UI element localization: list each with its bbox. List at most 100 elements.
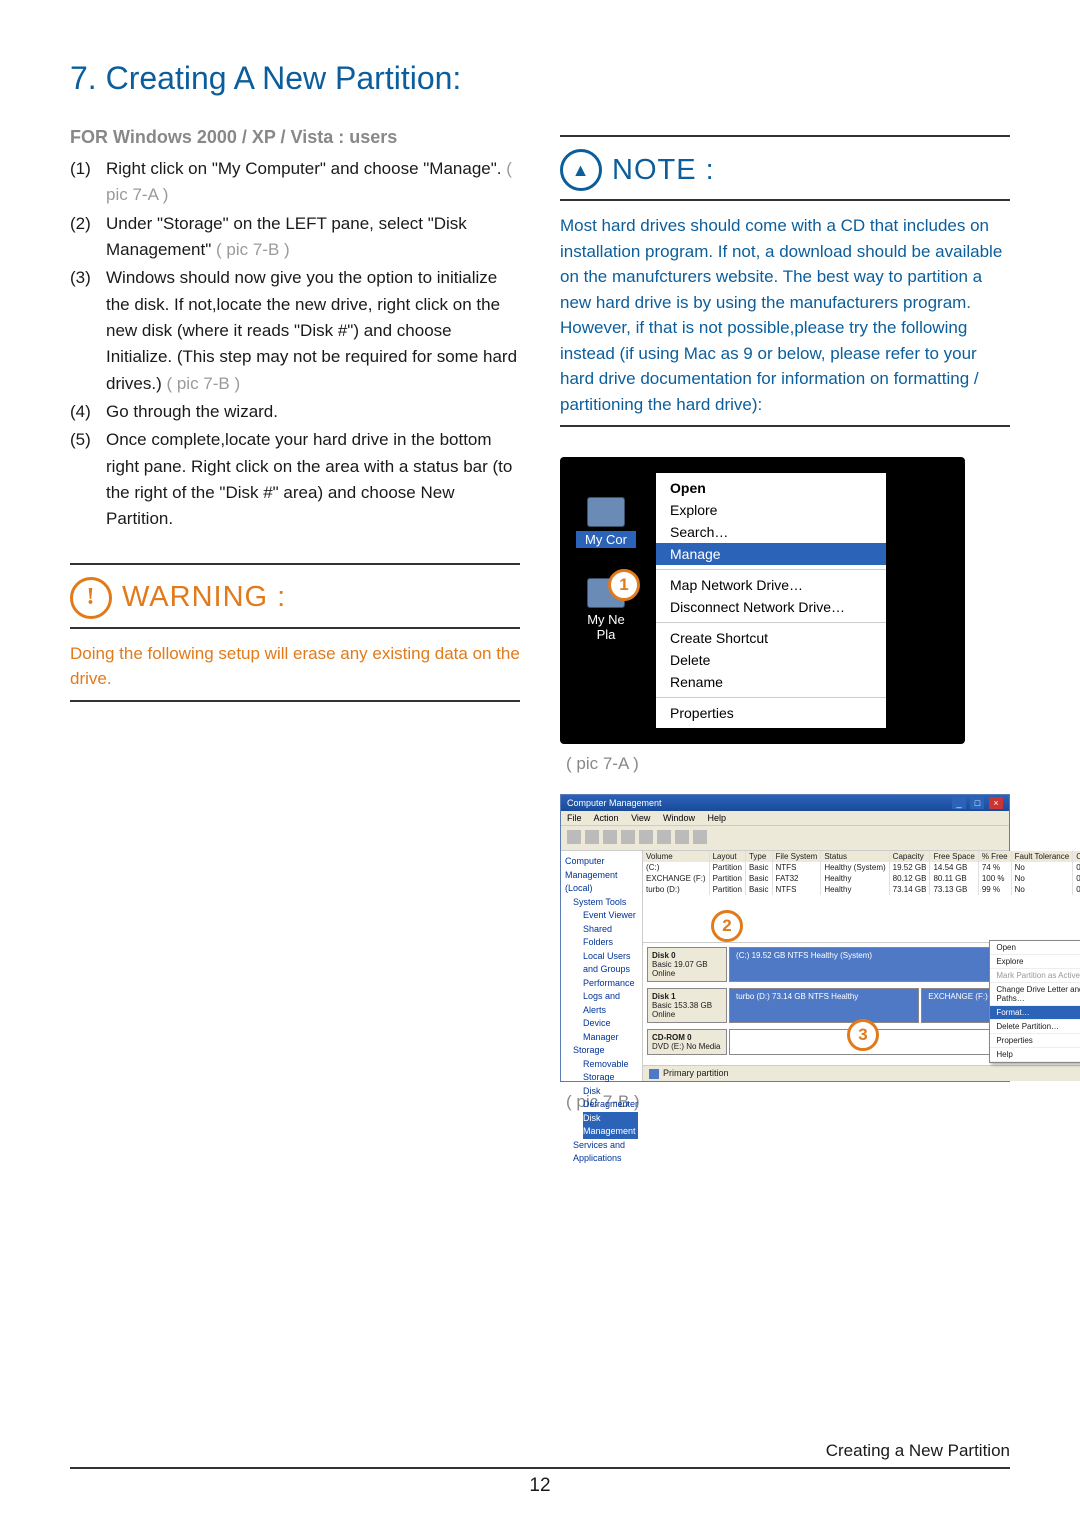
divider xyxy=(70,627,520,629)
volume-table: Volume Layout Type File System Status Ca… xyxy=(643,851,1080,942)
tree-item[interactable]: System Tools xyxy=(573,896,638,910)
tree-item[interactable]: Shared Folders xyxy=(583,923,638,950)
menu-item-map-drive[interactable]: Map Network Drive… xyxy=(656,574,886,596)
tree-item[interactable]: Storage xyxy=(573,1044,638,1058)
step-text: Once complete,locate your hard drive in … xyxy=(106,430,512,528)
warning-body: Doing the following setup will erase any… xyxy=(70,641,520,692)
toolbar-icon[interactable] xyxy=(567,830,581,844)
col-header[interactable]: Overhead xyxy=(1073,851,1080,862)
tree-root[interactable]: Computer Management (Local) xyxy=(565,855,638,896)
table-row[interactable]: EXCHANGE (F:)PartitionBasicFAT32Healthy8… xyxy=(643,873,1080,884)
minimize-button[interactable]: _ xyxy=(952,797,966,809)
legend-swatch xyxy=(649,1069,659,1079)
menu-item[interactable]: Properties xyxy=(990,1034,1080,1048)
menu-item[interactable]: Explore xyxy=(990,955,1080,969)
note-label: NOTE : xyxy=(612,154,715,187)
window-title: Computer Management xyxy=(567,798,662,808)
section-title: 7. Creating A New Partition: xyxy=(70,60,1010,97)
page-number: 12 xyxy=(70,1475,1010,1497)
tree-item[interactable]: Event Viewer xyxy=(583,909,638,923)
step-num: (4) xyxy=(70,399,106,425)
partition[interactable]: turbo (D:) 73.14 GB NTFS Healthy xyxy=(729,988,919,1023)
step-num: (2) xyxy=(70,211,106,264)
desktop-icon-my-computer[interactable]: My Cor xyxy=(576,497,636,548)
tree-item[interactable]: Removable Storage xyxy=(583,1058,638,1085)
table-row[interactable]: (C:)PartitionBasicNTFSHealthy (System)19… xyxy=(643,862,1080,873)
divider xyxy=(560,425,1010,427)
menu-item-rename[interactable]: Rename xyxy=(656,671,886,693)
menu-item-disconnect-drive[interactable]: Disconnect Network Drive… xyxy=(656,596,886,618)
menu-item[interactable]: Change Drive Letter and Paths… xyxy=(990,983,1080,1006)
menu-item[interactable]: Delete Partition… xyxy=(990,1020,1080,1034)
context-menu: Open Explore Search… Manage Map Network … xyxy=(656,473,886,728)
table-row[interactable]: turbo (D:)PartitionBasicNTFSHealthy73.14… xyxy=(643,884,1080,895)
legend: Primary partition xyxy=(643,1065,1080,1081)
warning-label: WARNING : xyxy=(122,581,286,614)
step-text: Go through the wizard. xyxy=(106,402,278,421)
menu-item-search[interactable]: Search… xyxy=(656,521,886,543)
close-button[interactable]: × xyxy=(989,797,1003,809)
step-num: (5) xyxy=(70,427,106,532)
screenshot-pic-7b: Computer Management _ □ × File Action Vi… xyxy=(560,794,1010,1082)
toolbar-icon[interactable] xyxy=(603,830,617,844)
col-header[interactable]: Status xyxy=(821,851,889,862)
pic-7a-caption: ( pic 7-A ) xyxy=(566,754,1010,774)
divider xyxy=(70,563,520,565)
divider xyxy=(560,135,1010,137)
nav-tree: Computer Management (Local) System Tools… xyxy=(561,851,643,1081)
screenshot-pic-7a: My Cor My Ne Pla 1 Open Explore Search… … xyxy=(560,457,965,744)
divider xyxy=(560,199,1010,201)
menu-item-explore[interactable]: Explore xyxy=(656,499,886,521)
menu-item-open[interactable]: Open xyxy=(656,477,886,499)
callout-marker: 2 xyxy=(711,910,743,942)
callout-marker: 3 xyxy=(847,1019,879,1051)
menu-item-format[interactable]: Format… xyxy=(990,1006,1080,1020)
step-num: (3) xyxy=(70,265,106,397)
pic-ref: ( pic 7-B ) xyxy=(216,240,290,259)
toolbar-icon[interactable] xyxy=(639,830,653,844)
partition-context-menu: Open Explore Mark Partition as Active Ch… xyxy=(989,940,1080,1063)
tree-item[interactable]: Services and Applications xyxy=(573,1139,638,1166)
menu-item[interactable]: Open xyxy=(990,941,1080,955)
col-header[interactable]: Fault Tolerance xyxy=(1011,851,1073,862)
menu-help[interactable]: Help xyxy=(707,813,726,823)
toolbar-icon[interactable] xyxy=(585,830,599,844)
toolbar-icon[interactable] xyxy=(693,830,707,844)
col-header[interactable]: % Free xyxy=(978,851,1011,862)
toolbar-icon[interactable] xyxy=(657,830,671,844)
step-text: Right click on "My Computer" and choose … xyxy=(106,159,502,178)
note-icon: ▲ xyxy=(560,149,602,191)
col-header[interactable]: File System xyxy=(772,851,821,862)
toolbar-icon[interactable] xyxy=(621,830,635,844)
menu-item-delete[interactable]: Delete xyxy=(656,649,886,671)
divider xyxy=(70,700,520,702)
maximize-button[interactable]: □ xyxy=(970,797,984,809)
menu-window[interactable]: Window xyxy=(663,813,695,823)
tree-item-disk-management[interactable]: Disk Management xyxy=(583,1112,638,1139)
tree-item[interactable]: Device Manager xyxy=(583,1017,638,1044)
menu-view[interactable]: View xyxy=(631,813,650,823)
menu-item[interactable]: Help xyxy=(990,1048,1080,1062)
toolbar-icon[interactable] xyxy=(675,830,689,844)
os-heading: FOR Windows 2000 / XP / Vista : users xyxy=(70,127,520,148)
menu-action[interactable]: Action xyxy=(594,813,619,823)
menu-item: Mark Partition as Active xyxy=(990,969,1080,983)
pic-ref: ( pic 7-B ) xyxy=(166,374,240,393)
col-header[interactable]: Capacity xyxy=(889,851,930,862)
col-header[interactable]: Free Space xyxy=(930,851,978,862)
tree-item[interactable]: Performance Logs and Alerts xyxy=(583,977,638,1018)
menu-item-create-shortcut[interactable]: Create Shortcut xyxy=(656,627,886,649)
callout-marker: 1 xyxy=(608,569,640,601)
col-header[interactable]: Type xyxy=(745,851,772,862)
computer-icon xyxy=(587,497,625,527)
step-num: (1) xyxy=(70,156,106,209)
tree-item[interactable]: Disk Defragmenter xyxy=(583,1085,638,1112)
tree-item[interactable]: Local Users and Groups xyxy=(583,950,638,977)
menu-item-properties[interactable]: Properties xyxy=(656,702,886,724)
menu-item-manage[interactable]: Manage xyxy=(656,543,886,565)
col-header[interactable]: Volume xyxy=(643,851,709,862)
footer-divider xyxy=(70,1467,1010,1469)
menu-file[interactable]: File xyxy=(567,813,582,823)
warning-icon: ! xyxy=(70,577,112,619)
col-header[interactable]: Layout xyxy=(709,851,745,862)
